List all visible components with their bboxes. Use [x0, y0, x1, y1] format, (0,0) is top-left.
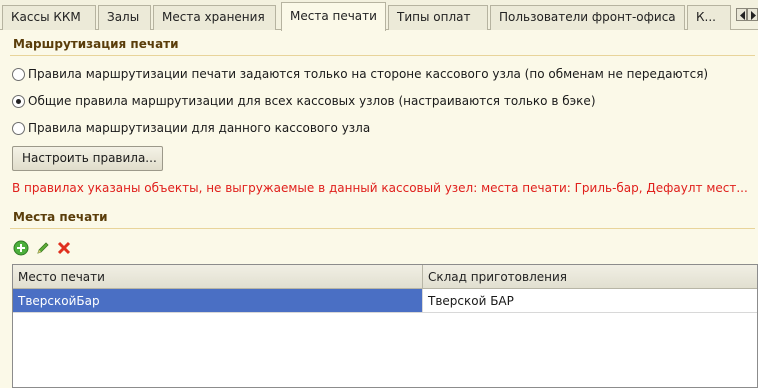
tab-strip: Кассы ККМ Залы Места хранения Места печа… — [0, 0, 758, 31]
delete-icon[interactable] — [56, 240, 72, 256]
tab-scroll-left-button[interactable] — [736, 8, 747, 21]
add-icon[interactable] — [13, 240, 29, 256]
print-places-table[interactable]: Место печати Склад приготовления Тверско… — [12, 264, 758, 388]
tab-label: Места печати — [290, 9, 377, 23]
print-places-section-title: Места печати — [13, 210, 108, 224]
column-header-place[interactable]: Место печати — [13, 265, 422, 288]
tab-scroll-right-button[interactable] — [747, 8, 758, 21]
radio-option-label: Правила маршрутизации для данного кассов… — [28, 121, 371, 135]
tab-label: Залы — [107, 10, 140, 24]
table-header: Место печати Склад приготовления — [13, 265, 757, 289]
section-divider — [10, 228, 755, 229]
section-divider — [10, 55, 755, 56]
column-header-warehouse[interactable]: Склад приготовления — [423, 265, 757, 288]
arrow-left-icon — [740, 11, 745, 20]
tab-polzovateli[interactable]: Пользователи фронт-офиса — [490, 5, 685, 30]
radio-option-label: Правила маршрутизации печати задаются то… — [28, 67, 709, 81]
warning-message: В правилах указаны объекты, не выгружаем… — [12, 181, 748, 195]
tab-more[interactable]: К... — [687, 5, 731, 30]
cell-place[interactable]: ТверскойБар — [13, 289, 422, 312]
radio-button[interactable] — [12, 67, 25, 81]
tab-tipy-oplat[interactable]: Типы оплат — [388, 5, 488, 30]
arrow-right-icon — [751, 11, 756, 20]
tab-label: Места хранения — [162, 10, 265, 24]
table-row[interactable]: ТверскойБар Тверской БАР — [13, 289, 757, 313]
cell-warehouse[interactable]: Тверской БАР — [422, 289, 757, 312]
radio-option-this-node[interactable]: Правила маршрутизации для данного кассов… — [12, 120, 370, 136]
tab-label: Пользователи фронт-офиса — [499, 10, 676, 24]
radio-button[interactable] — [12, 121, 25, 135]
radio-option-common[interactable]: Общие правила маршрутизации для всех кас… — [12, 93, 596, 109]
radio-button-checked[interactable] — [12, 94, 25, 108]
tab-mesta-pechati[interactable]: Места печати — [281, 2, 386, 31]
tab-label: Кассы ККМ — [11, 10, 81, 24]
routing-section-title: Маршрутизация печати — [13, 37, 179, 51]
tab-zaly[interactable]: Залы — [98, 5, 151, 30]
tab-label: Типы оплат — [397, 10, 471, 24]
radio-option-node-only[interactable]: Правила маршрутизации печати задаются то… — [12, 66, 708, 82]
tab-mesta-hraneniya[interactable]: Места хранения — [153, 5, 276, 30]
configure-rules-button[interactable]: Настроить правила... — [12, 146, 163, 171]
tab-label: К... — [696, 10, 716, 24]
radio-option-label: Общие правила маршрутизации для всех кас… — [28, 94, 596, 108]
edit-icon[interactable] — [35, 240, 51, 256]
tab-kassy-kkm[interactable]: Кассы ККМ — [2, 5, 96, 30]
